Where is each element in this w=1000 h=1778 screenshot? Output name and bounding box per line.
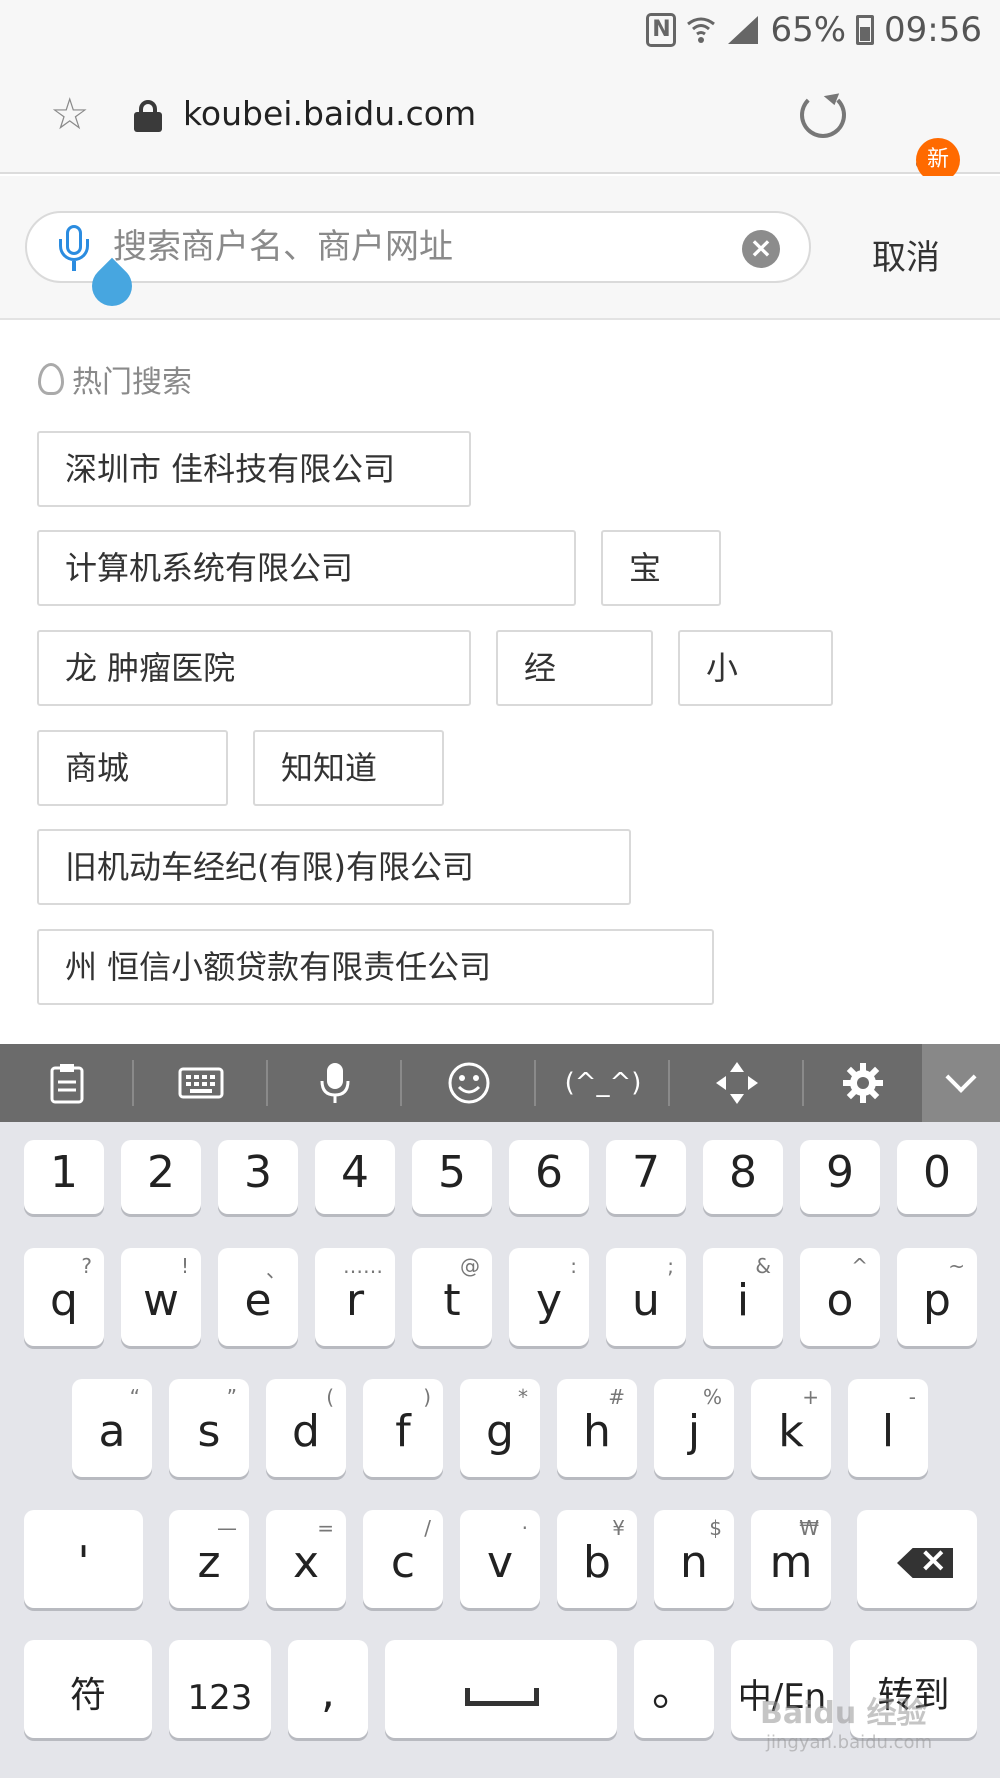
fire-icon — [38, 363, 64, 395]
symbols-key[interactable]: 符 — [24, 1640, 152, 1738]
space-icon — [465, 1688, 539, 1706]
hot-search-chip[interactable]: 州 恒信小额贷款有限责任公司 — [37, 929, 714, 1005]
hot-search-header: 热门搜索 — [38, 357, 192, 401]
key-e[interactable]: 、 e — [218, 1248, 298, 1346]
mic-icon[interactable] — [268, 1044, 402, 1122]
key-p[interactable]: ~ p — [897, 1248, 977, 1346]
key-b[interactable]: ¥ b — [557, 1510, 637, 1608]
numbers-key[interactable]: 123 — [169, 1640, 271, 1738]
key-k[interactable]: + k — [751, 1379, 831, 1477]
cancel-button[interactable]: 取消 — [872, 230, 940, 279]
key-q[interactable]: ? q — [24, 1248, 104, 1346]
signal-icon — [726, 14, 760, 46]
key-v[interactable]: · v — [460, 1510, 540, 1608]
key-2[interactable]: 2 — [121, 1140, 201, 1214]
keyboard: 1 2 3 4 5 6 7 8 9 0 ? q ! w 、 e …… r @ t :y ;… — [0, 1122, 1000, 1778]
gear-icon[interactable] — [804, 1044, 922, 1122]
search-box[interactable]: × — [25, 211, 811, 283]
clear-icon[interactable]: × — [742, 230, 780, 268]
clipboard-icon[interactable] — [0, 1044, 134, 1122]
move-icon[interactable] — [670, 1044, 804, 1122]
star-icon[interactable]: ☆ — [50, 92, 96, 138]
key-a[interactable]: “a — [72, 1379, 152, 1477]
key-s[interactable]: ” s — [169, 1379, 249, 1477]
key-c[interactable]: / c — [363, 1510, 443, 1608]
lock-icon — [134, 100, 162, 132]
keyboard-toolbar: (^_^) — [0, 1044, 1000, 1122]
battery-percent: 65% — [770, 10, 847, 50]
key-u[interactable]: ; u — [606, 1248, 686, 1346]
watermark: Baidu 经验 — [760, 1696, 927, 1731]
search-input[interactable] — [113, 213, 713, 281]
backspace-icon — [897, 1548, 953, 1578]
address-bar: ☆ koubei.baidu.com 新 — [0, 60, 1000, 182]
reload-icon[interactable] — [800, 92, 846, 138]
keyboard-icon[interactable] — [134, 1044, 268, 1122]
key-i[interactable]: & i — [703, 1248, 783, 1346]
hot-search-chip[interactable]: 旧机动车经纪(有限)有限公司 — [37, 829, 631, 905]
space-bar[interactable] — [385, 1640, 617, 1738]
clock: 09:56 — [884, 10, 982, 50]
hot-search-title: 热门搜索 — [72, 365, 192, 400]
hot-search-chip[interactable]: 经 — [496, 630, 653, 706]
hot-search-chip[interactable]: 龙 肿瘤医院 — [37, 630, 471, 706]
key-r[interactable]: …… r — [315, 1248, 395, 1346]
watermark-url: jingyan.baidu.com — [766, 1732, 933, 1753]
wifi-icon — [686, 14, 716, 46]
battery-icon — [856, 15, 875, 45]
hot-search-chip[interactable]: 商城 — [37, 730, 228, 806]
key-1[interactable]: 1 — [24, 1140, 104, 1214]
key-l[interactable]: -l — [848, 1379, 928, 1477]
url-text[interactable]: koubei.baidu.com — [183, 94, 476, 133]
key-w[interactable]: ! w — [121, 1248, 201, 1346]
key-4[interactable]: 4 — [315, 1140, 395, 1214]
hot-search-chip[interactable]: 知知道 — [253, 730, 444, 806]
key-8[interactable]: 8 — [703, 1140, 783, 1214]
key-y[interactable]: :y — [509, 1248, 589, 1346]
key-apostrophe[interactable]: ' — [24, 1510, 143, 1608]
status-bar: N 65% 09:56 — [0, 0, 1000, 60]
backspace-key[interactable] — [857, 1510, 977, 1608]
period-key[interactable]: 。 — [634, 1640, 714, 1738]
search-area: × 取消 — [0, 176, 1000, 320]
key-9[interactable]: 9 — [800, 1140, 880, 1214]
collapse-icon[interactable] — [922, 1044, 1000, 1122]
key-g[interactable]: * g — [460, 1379, 540, 1477]
comma-key[interactable]: , — [288, 1640, 368, 1738]
emoticon-button[interactable]: (^_^) — [536, 1044, 670, 1122]
mic-icon[interactable] — [59, 225, 89, 273]
key-o[interactable]: ^ o — [800, 1248, 880, 1346]
key-m[interactable]: ₩ m — [751, 1510, 831, 1608]
hot-search-chip[interactable]: 小 — [678, 630, 833, 706]
nfc-icon: N — [646, 13, 677, 47]
key-7[interactable]: 7 — [606, 1140, 686, 1214]
emoji-icon[interactable] — [402, 1044, 536, 1122]
key-3[interactable]: 3 — [218, 1140, 298, 1214]
key-5[interactable]: 5 — [412, 1140, 492, 1214]
key-f[interactable]: ) f — [363, 1379, 443, 1477]
key-0[interactable]: 0 — [897, 1140, 977, 1214]
hot-search-chip[interactable]: 宝 — [601, 530, 721, 606]
key-j[interactable]: % j — [654, 1379, 734, 1477]
key-h[interactable]: # h — [557, 1379, 637, 1477]
key-z[interactable]: — z — [169, 1510, 249, 1608]
key-d[interactable]: (d — [266, 1379, 346, 1477]
hot-search-chip[interactable]: 计算机系统有限公司 — [37, 530, 576, 606]
hot-search-chip[interactable]: 深圳市 佳科技有限公司 — [37, 431, 471, 507]
key-t[interactable]: @ t — [412, 1248, 492, 1346]
key-n[interactable]: $ n — [654, 1510, 734, 1608]
key-x[interactable]: = x — [266, 1510, 346, 1608]
key-6[interactable]: 6 — [509, 1140, 589, 1214]
